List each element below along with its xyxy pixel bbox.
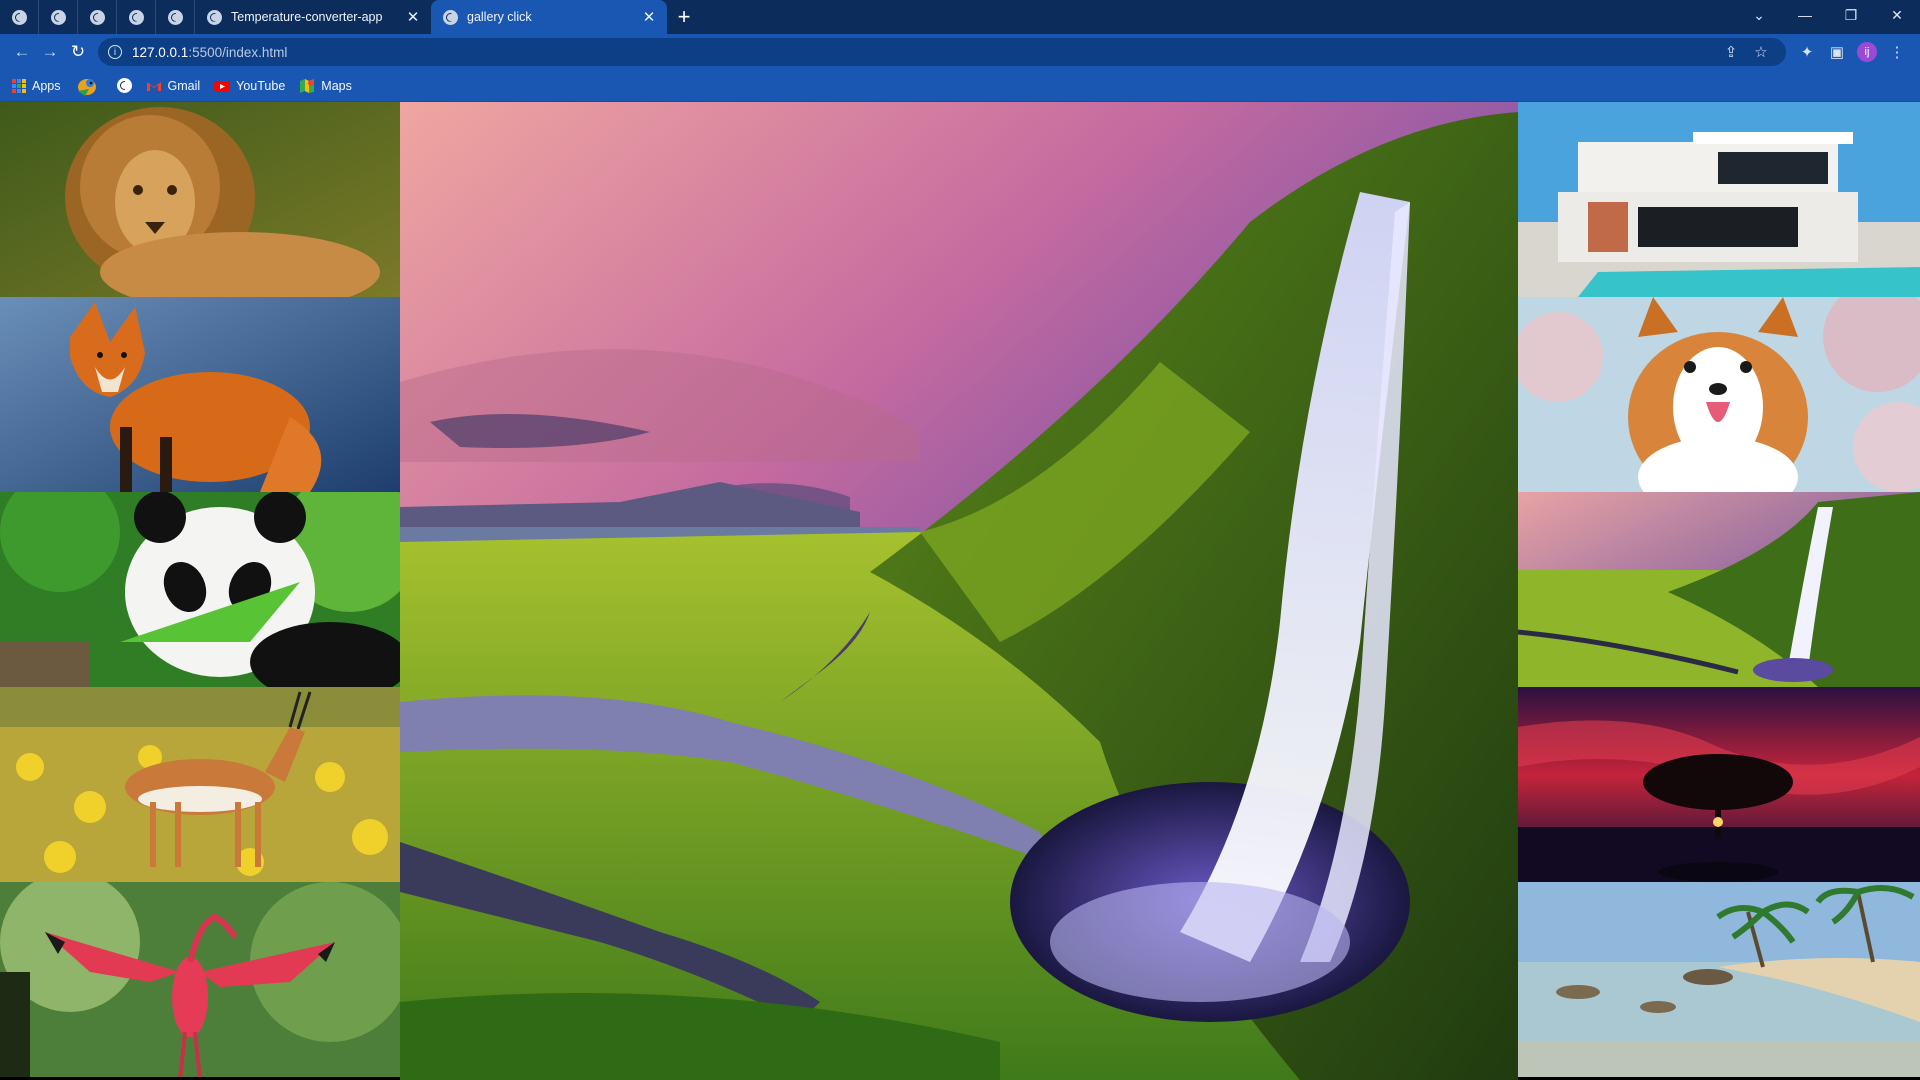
tab-gallery-click[interactable]: gallery click ✕	[431, 0, 667, 34]
globe-icon	[11, 9, 27, 25]
url-path: :5500/index.html	[188, 44, 288, 60]
tab-temperature-converter[interactable]: Temperature-converter-app ✕	[195, 0, 431, 34]
back-arrow-icon[interactable]: ←	[8, 38, 36, 66]
tab-title: gallery click	[467, 10, 532, 24]
gmail-icon	[146, 81, 161, 91]
gallery-thumb-lion[interactable]	[0, 102, 400, 297]
site-info-icon[interactable]: i	[108, 45, 122, 59]
url-host: 127.0.0.1	[132, 44, 189, 60]
bird-icon	[77, 78, 96, 96]
bookmark-bird[interactable]	[75, 75, 103, 97]
tab-title: Temperature-converter-app	[231, 10, 383, 24]
menu-icon[interactable]: ⋮	[1882, 38, 1912, 66]
url-text: 127.0.0.1:5500/index.html	[132, 45, 1716, 60]
new-tab-button[interactable]: +	[667, 0, 701, 34]
pinned-tab[interactable]	[78, 0, 117, 34]
pinned-tab[interactable]	[156, 0, 195, 34]
bookmark-gmail[interactable]: Gmail	[146, 78, 201, 94]
bookmark-label: Gmail	[167, 78, 201, 93]
bookmark-apps[interactable]: Apps	[12, 78, 61, 93]
globe-icon	[116, 78, 132, 93]
address-bar[interactable]: i 127.0.0.1:5500/index.html ⇪ ☆	[98, 38, 1786, 66]
extensions-icon[interactable]: ✦	[1792, 38, 1822, 66]
close-window-icon[interactable]: ✕	[1874, 0, 1920, 30]
gallery-main-image[interactable]	[400, 102, 1518, 1080]
share-icon[interactable]: ⇪	[1716, 38, 1746, 66]
gallery-thumb-gazelle[interactable]	[0, 687, 400, 882]
close-icon[interactable]: ✕	[405, 8, 421, 26]
pinned-tab[interactable]	[39, 0, 78, 34]
profile-avatar[interactable]: ij	[1857, 42, 1877, 62]
gallery-thumb-fox[interactable]	[0, 297, 400, 492]
forward-arrow-icon[interactable]: →	[36, 38, 64, 66]
globe-icon	[443, 9, 458, 25]
browser-toolbar: ← → ↻ i 127.0.0.1:5500/index.html ⇪ ☆ ✦ …	[0, 34, 1920, 70]
minimize-icon[interactable]: —	[1782, 0, 1828, 30]
bookmarks-bar: Apps Gmail YouTube Maps	[0, 70, 1920, 102]
gallery	[0, 102, 1920, 1080]
tab-search-icon[interactable]: ⌄	[1736, 0, 1782, 30]
gallery-thumb-house[interactable]	[1518, 102, 1920, 297]
side-panel-icon[interactable]: ▣	[1822, 38, 1852, 66]
bookmark-globe[interactable]	[116, 78, 132, 93]
close-icon[interactable]: ✕	[641, 8, 657, 26]
maps-icon	[300, 78, 315, 93]
globe-icon	[128, 9, 144, 25]
bookmark-label: Apps	[32, 78, 61, 93]
bookmark-star-icon[interactable]: ☆	[1746, 38, 1776, 66]
gallery-thumb-tree-sunset[interactable]	[1518, 687, 1920, 882]
globe-icon	[207, 9, 222, 25]
reload-icon[interactable]: ↻	[64, 38, 92, 66]
restore-icon[interactable]: ❐	[1828, 0, 1874, 30]
globe-icon	[89, 9, 105, 25]
window-controls: ⌄ — ❐ ✕	[1736, 0, 1920, 30]
globe-icon	[50, 9, 66, 25]
gallery-thumb-beach[interactable]	[1518, 882, 1920, 1077]
gallery-thumb-corgi[interactable]	[1518, 297, 1920, 492]
browser-titlebar: Temperature-converter-app ✕ gallery clic…	[0, 0, 1920, 34]
bookmark-maps[interactable]: Maps	[299, 78, 352, 94]
globe-icon	[167, 9, 183, 25]
bookmark-youtube[interactable]: YouTube	[214, 78, 285, 94]
bookmark-label: Maps	[321, 78, 352, 93]
apps-grid-icon	[12, 78, 26, 93]
pinned-tab[interactable]	[117, 0, 156, 34]
gallery-thumb-panda[interactable]	[0, 492, 400, 687]
pinned-tab[interactable]	[0, 0, 39, 34]
gallery-thumb-ibis[interactable]	[0, 882, 400, 1077]
youtube-icon	[214, 80, 231, 92]
gallery-thumb-waterfall[interactable]	[1518, 492, 1920, 687]
bookmark-label: YouTube	[236, 78, 286, 93]
